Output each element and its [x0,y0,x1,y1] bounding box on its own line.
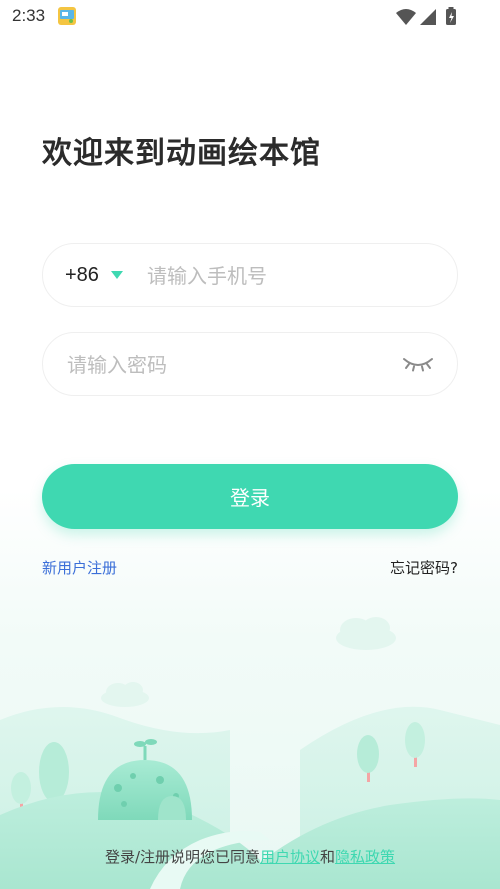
user-agreement-link[interactable]: 用户协议 [260,848,320,866]
agreement-text: 登录/注册说明您已同意用户协议和隐私政策 [0,846,500,867]
page-title: 欢迎来到动画绘本馆 [42,136,321,171]
password-field[interactable] [42,332,458,396]
password-input[interactable] [65,347,389,383]
country-code-selector[interactable]: +86 [65,264,99,287]
wifi-icon [396,9,416,25]
phone-field[interactable]: +86 [42,243,458,307]
status-icons [396,7,456,25]
agreement-conjunction: 和 [320,848,336,866]
status-time: 2:33 [12,6,46,25]
status-bar: 2:33 [0,0,500,34]
login-button[interactable]: 登录 [42,464,458,529]
privacy-policy-link[interactable]: 隐私政策 [335,848,395,866]
app-notification-icon [58,7,76,25]
register-link[interactable]: 新用户注册 [42,557,117,578]
triangle-down-icon[interactable] [111,271,123,279]
eye-closed-icon[interactable] [401,353,435,375]
agreement-prefix: 登录/注册说明您已同意 [104,848,260,866]
battery-icon [446,7,456,25]
signal-icon [420,9,436,25]
forgot-password-link[interactable]: 忘记密码? [390,557,458,578]
cloud-icon [101,617,396,707]
phone-input[interactable] [145,258,439,294]
